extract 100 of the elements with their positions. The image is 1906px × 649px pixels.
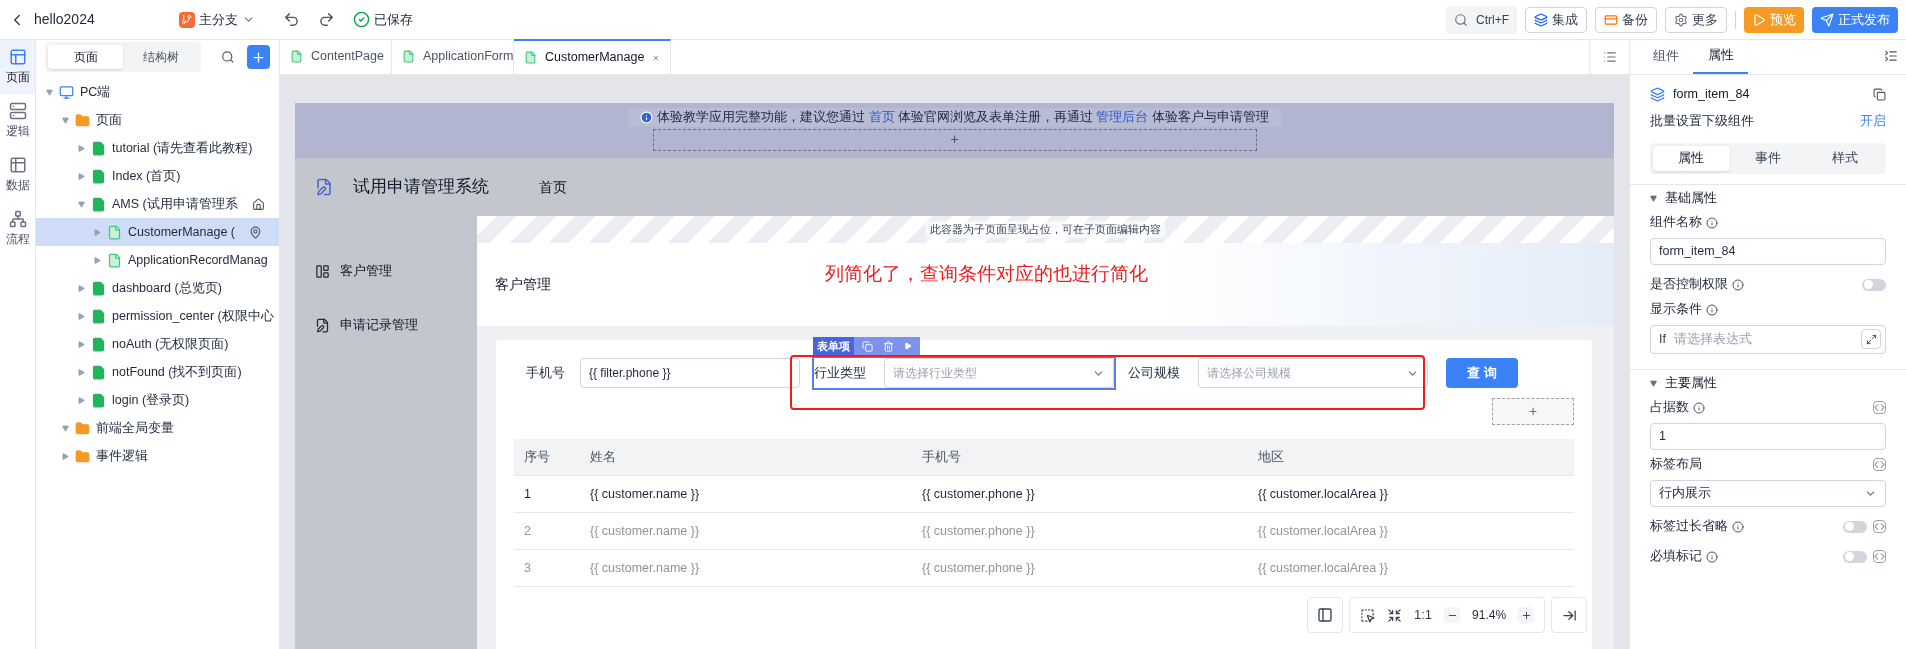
collapsed-caret-icon[interactable] [62,452,69,460]
backup-button[interactable]: 备份 [1595,6,1657,33]
table-cell-text: {{ customer.phone }} [921,559,1036,577]
section-header[interactable]: 主要属性 [1650,369,1886,398]
add-button[interactable] [246,45,270,69]
phone-field[interactable]: {{ filter.phone }} [580,358,800,388]
tree-item[interactable]: permission_center (权限中心 [36,302,279,330]
publish-button[interactable]: 正式发布 [1812,6,1898,33]
tree-tab[interactable]: 结构树 [123,45,198,69]
add-slot[interactable]: + [652,128,1257,151]
filter-label: 行业类型 [814,364,867,383]
tree-item[interactable]: tutorial (请先查看此教程) [36,134,279,162]
side-nav-item[interactable]: 客户管理 [295,244,477,298]
expanded-caret-icon[interactable] [62,424,69,432]
expanded-caret-icon[interactable] [46,88,53,96]
text-field[interactable]: form_item_84 [1650,237,1886,265]
code-icon[interactable] [1873,458,1886,471]
tree-item[interactable]: login (登录页) [36,386,279,414]
select-field[interactable]: 行内展示 [1650,479,1886,507]
banner-link[interactable]: 首页 [868,110,895,124]
tree-label: permission_center (权限中心 [112,307,274,325]
panel-tab[interactable]: 组件 [1638,40,1693,74]
tree-item[interactable]: noAuth (无权限页面) [36,330,279,358]
collapsed-caret-icon[interactable] [78,284,85,292]
add-slot[interactable]: + [1492,398,1574,425]
collapsed-caret-icon[interactable] [78,368,85,376]
panel-toggle-button[interactable] [1307,597,1343,633]
collapse-icon[interactable] [1884,49,1898,63]
component-name: form_item_84 [1673,86,1750,103]
list-icon[interactable] [1602,49,1617,64]
sub-tab[interactable]: 样式 [1806,145,1883,171]
tree-item[interactable]: 前端全局变量 [36,414,279,442]
enable-link[interactable]: 开启 [1860,111,1886,131]
tree-item[interactable]: AMS (试用申请管理系 [36,190,279,218]
editor-tab[interactable]: ContentPage [280,39,392,74]
rail-tab[interactable]: 逻辑 [0,94,35,148]
table-cell-text: {{ customer.name }} [589,522,701,540]
delete-icon[interactable] [883,340,894,352]
search-icon[interactable] [221,50,235,64]
panel-tab[interactable]: 属性 [1693,40,1748,74]
toggle-switch[interactable] [1843,550,1867,563]
tree-tab[interactable]: 页面 [48,45,123,69]
zoom-in-button[interactable] [1518,607,1535,623]
page-icon [91,280,106,296]
collapsed-caret-icon[interactable] [78,172,85,180]
select-icon[interactable] [1360,607,1375,623]
rail-tab[interactable]: 流程 [0,202,35,256]
play-icon[interactable] [904,342,912,350]
search-button[interactable]: Ctrl+F [1446,5,1517,34]
collapsed-caret-icon[interactable] [78,312,85,320]
integrate-button[interactable]: 集成 [1525,6,1587,33]
tree-label: 页面 [96,111,122,129]
app-title: 试用申请管理系统 [353,176,489,199]
sub-tab[interactable]: 属性 [1653,145,1730,171]
tree-item[interactable]: notFound (找不到页面) [36,358,279,386]
code-icon[interactable] [1873,550,1886,563]
rail-tab[interactable]: 数据 [0,148,35,202]
toggle-switch[interactable] [1843,520,1867,533]
more-button[interactable]: 更多 [1665,6,1727,33]
tree-item[interactable]: PC端 [36,78,279,106]
code-icon[interactable] [1873,401,1886,414]
section-header[interactable]: 基础属性 [1650,184,1886,213]
side-nav-item[interactable]: 申请记录管理 [295,298,477,352]
actual-size-button[interactable]: 1:1 [1414,605,1433,625]
copy-icon[interactable] [1873,87,1886,101]
collapsed-caret-icon[interactable] [78,340,85,348]
collapsed-caret-icon[interactable] [78,144,85,152]
tree-item[interactable]: Index (首页) [36,162,279,190]
rail-tab[interactable]: 页面 [0,40,35,94]
expanded-caret-icon[interactable] [78,200,85,208]
plus-icon [1520,609,1532,621]
tree-item[interactable]: 页面 [36,106,279,134]
search-button[interactable]: 查 询 [1446,358,1518,388]
tree-item[interactable]: dashboard (总览页) [36,274,279,302]
undo-icon[interactable] [282,11,300,28]
tree-item[interactable]: 事件逻辑 [36,442,279,470]
expanded-caret-icon[interactable] [62,116,69,124]
collapse-button[interactable] [1551,597,1588,633]
info-icon [1732,278,1744,291]
toggle-switch[interactable] [1862,278,1886,291]
code-icon[interactable] [1873,520,1886,533]
zoom-level: 91.4% [1472,607,1507,624]
tree-item[interactable]: ApplicationRecordManag [36,246,279,274]
nav-link[interactable]: 首页 [539,176,567,198]
info-icon [1706,216,1718,229]
shrink-icon[interactable] [1387,607,1402,623]
sub-tab[interactable]: 事件 [1729,145,1807,171]
tree-item[interactable]: CustomerManage ( [36,218,279,246]
branch-selector[interactable]: 主分支 [178,9,255,30]
search-icon [1454,12,1468,27]
banner-link[interactable]: 管理后台 [1096,110,1149,124]
redo-icon[interactable] [317,11,335,28]
text-field[interactable]: 1 [1650,422,1886,450]
zoom-out-button[interactable] [1444,607,1461,623]
expand-button[interactable] [1861,329,1881,349]
collapsed-caret-icon[interactable] [94,256,101,264]
editor-tab[interactable]: CustomerManage [514,39,671,74]
collapsed-caret-icon[interactable] [94,228,101,236]
expression-field[interactable]: If 请选择表达式 [1650,324,1886,354]
collapsed-caret-icon[interactable] [78,396,85,404]
